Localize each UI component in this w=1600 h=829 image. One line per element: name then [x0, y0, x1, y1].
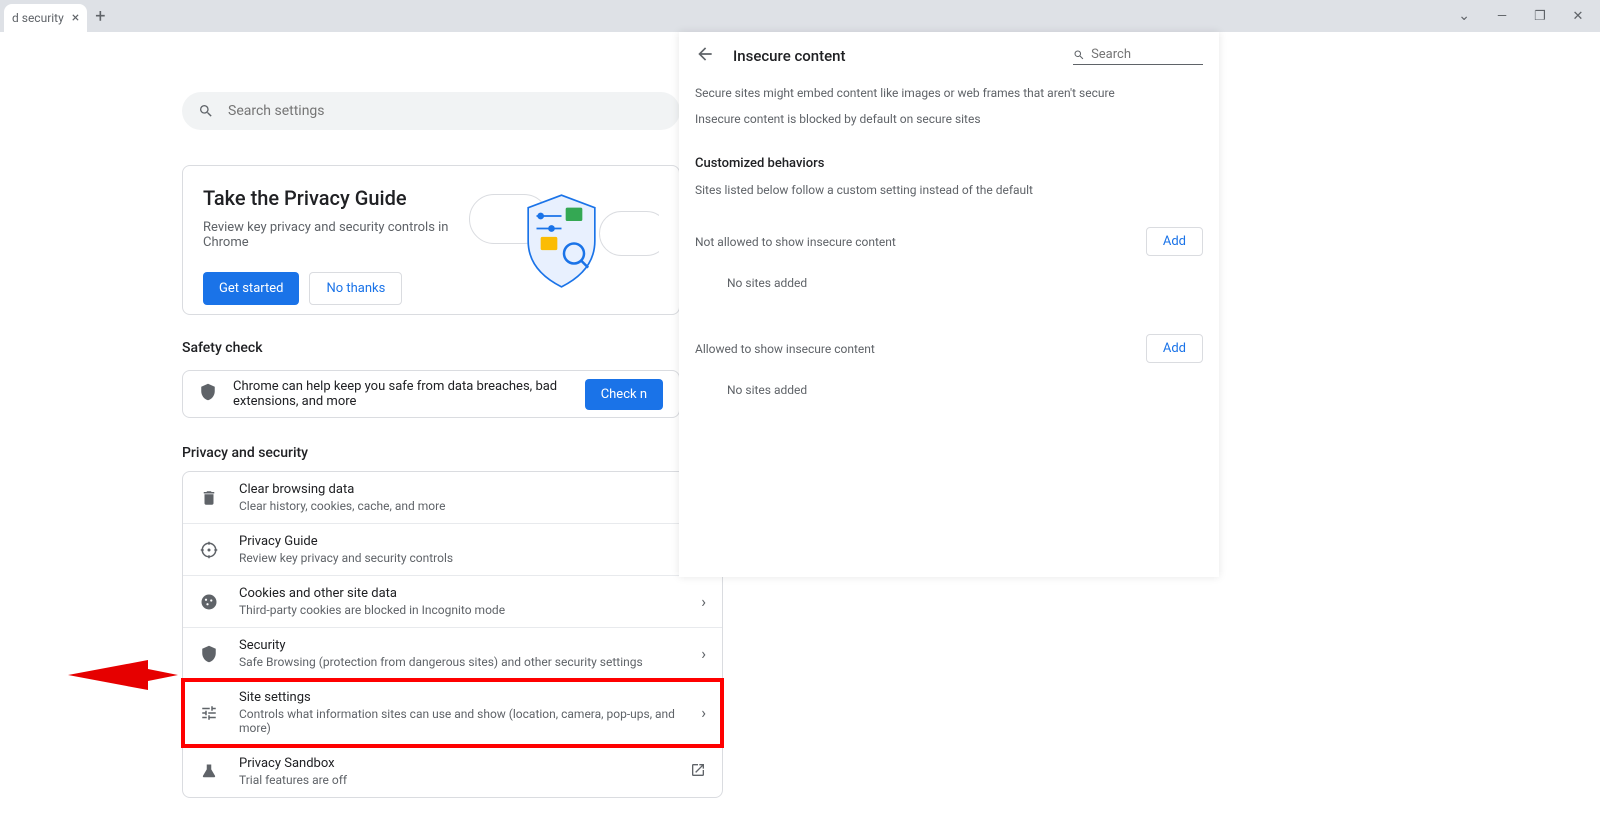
new-tab-button[interactable]: + — [95, 6, 105, 27]
panel-desc1: Secure sites might embed content like im… — [679, 80, 1219, 106]
panel-search[interactable] — [1073, 47, 1203, 65]
search-icon — [198, 103, 214, 119]
annotation-arrow — [68, 655, 178, 695]
add-not-allowed-button[interactable]: Add — [1146, 227, 1203, 256]
safety-check-header: Safety check — [182, 340, 263, 356]
cookie-icon — [199, 593, 219, 611]
item-sub: Safe Browsing (protection from dangerous… — [239, 655, 701, 669]
privacy-sandbox-item[interactable]: Privacy Sandbox Trial features are off — [183, 746, 722, 797]
item-title: Site settings — [239, 690, 701, 705]
check-now-button[interactable]: Check n — [585, 379, 663, 410]
site-settings-item[interactable]: Site settings Controls what information … — [183, 680, 722, 746]
clear-browsing-data-item[interactable]: Clear browsing data Clear history, cooki… — [183, 472, 722, 524]
customized-behaviors-sub: Sites listed below follow a custom setti… — [679, 177, 1219, 203]
shield-icon — [199, 383, 217, 405]
browser-tab-bar: d security × + ⌄ — ❐ ✕ — [0, 0, 1600, 32]
external-link-icon — [690, 762, 706, 782]
tab-title: d security — [12, 11, 64, 25]
browser-tab[interactable]: d security × — [4, 4, 87, 32]
settings-search[interactable] — [182, 92, 680, 130]
tune-icon — [199, 704, 219, 722]
privacy-guide-item[interactable]: Privacy Guide Review key privacy and sec… — [183, 524, 722, 576]
shield-icon — [199, 645, 219, 663]
back-arrow-icon[interactable] — [695, 44, 715, 68]
chevron-right-icon: › — [701, 644, 706, 663]
tab-close-icon[interactable]: × — [72, 10, 79, 26]
safety-check-card: Chrome can help keep you safe from data … — [182, 370, 680, 418]
item-sub: Review key privacy and security controls — [239, 551, 706, 565]
window-controls: — ❐ ✕ — [1492, 6, 1600, 26]
cookies-item[interactable]: Cookies and other site data Third-party … — [183, 576, 722, 628]
customized-behaviors-header: Customized behaviors — [679, 132, 1219, 177]
item-sub: Trial features are off — [239, 773, 690, 787]
item-sub: Controls what information sites can use … — [239, 707, 701, 735]
insecure-content-panel: Insecure content Secure sites might embe… — [679, 32, 1219, 577]
get-started-button[interactable]: Get started — [203, 272, 299, 305]
safety-text: Chrome can help keep you safe from data … — [233, 379, 585, 409]
guide-subtitle: Review key privacy and security controls… — [203, 220, 459, 250]
panel-title: Insecure content — [733, 47, 1073, 65]
no-thanks-button[interactable]: No thanks — [309, 272, 402, 305]
item-title: Privacy Guide — [239, 534, 706, 549]
allowed-label: Allowed to show insecure content — [695, 342, 875, 356]
search-input[interactable] — [228, 103, 664, 119]
privacy-list: Clear browsing data Clear history, cooki… — [182, 471, 723, 798]
settings-page: Take the Privacy Guide Review key privac… — [0, 32, 680, 829]
flask-icon — [199, 763, 219, 781]
item-title: Privacy Sandbox — [239, 756, 690, 771]
no-sites-not-allowed: No sites added — [679, 264, 1219, 302]
search-icon — [1073, 48, 1085, 62]
guide-illustration — [459, 186, 659, 294]
guide-title: Take the Privacy Guide — [203, 186, 459, 210]
maximize-icon[interactable]: ❐ — [1530, 6, 1550, 26]
item-title: Security — [239, 638, 701, 653]
chevron-right-icon: › — [701, 703, 706, 722]
panel-desc2: Insecure content is blocked by default o… — [679, 106, 1219, 132]
target-icon — [199, 541, 219, 559]
item-title: Clear browsing data — [239, 482, 706, 497]
privacy-security-header: Privacy and security — [182, 445, 308, 461]
close-window-icon[interactable]: ✕ — [1568, 6, 1588, 26]
security-item[interactable]: Security Safe Browsing (protection from … — [183, 628, 722, 680]
not-allowed-label: Not allowed to show insecure content — [695, 235, 896, 249]
item-sub: Third-party cookies are blocked in Incog… — [239, 603, 701, 617]
privacy-guide-card: Take the Privacy Guide Review key privac… — [182, 165, 680, 315]
item-title: Cookies and other site data — [239, 586, 701, 601]
trash-icon — [199, 489, 219, 507]
no-sites-allowed: No sites added — [679, 371, 1219, 409]
add-allowed-button[interactable]: Add — [1146, 334, 1203, 363]
minimize-icon[interactable]: — — [1492, 6, 1512, 26]
chevron-right-icon: › — [701, 592, 706, 611]
item-sub: Clear history, cookies, cache, and more — [239, 499, 706, 513]
tabs-dropdown-icon[interactable]: ⌄ — [1458, 8, 1470, 24]
panel-search-input[interactable] — [1091, 47, 1203, 62]
